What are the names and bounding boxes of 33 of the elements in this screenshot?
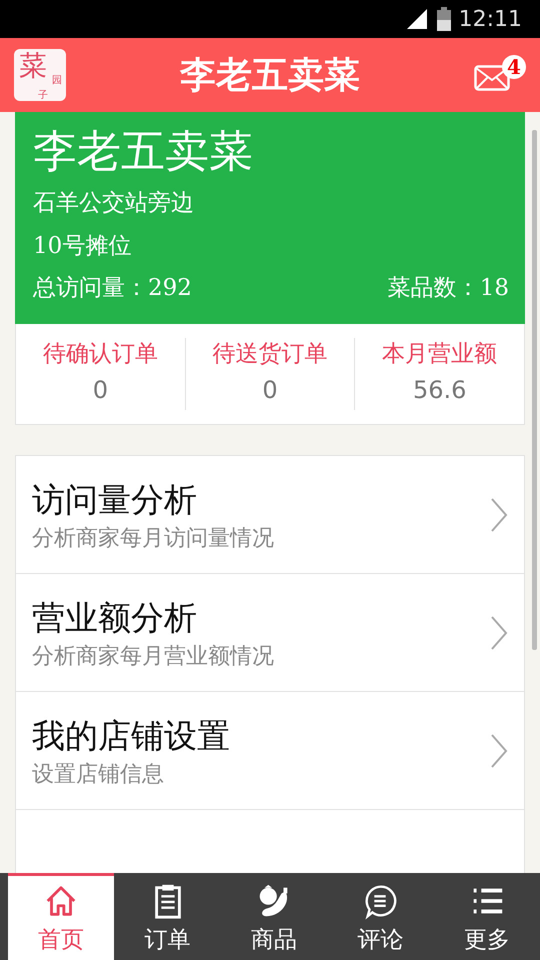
stat-label: 待确认订单	[42, 340, 158, 369]
stat-value: 56.6	[412, 375, 466, 406]
total-visits: 总访问量：292	[33, 274, 192, 303]
tab[interactable]: 更多	[434, 873, 540, 960]
chevron-icon	[490, 496, 508, 532]
stat-value: 0	[92, 375, 108, 406]
tab[interactable]: 商品	[220, 873, 328, 960]
menu-item-title: 访问量分析	[32, 478, 198, 520]
shop-name: 李老五卖菜	[33, 125, 254, 179]
menu-item[interactable]: 我的店铺设置 设置店铺信息	[16, 691, 524, 809]
stat-label: 本月营业额	[382, 340, 498, 369]
product-count: 菜品数：18	[388, 274, 509, 303]
stat-label: 待送货订单	[212, 340, 328, 369]
shop-address: 石羊公交站旁边	[33, 189, 195, 218]
tab[interactable]: 订单	[114, 873, 221, 960]
battery-icon	[436, 7, 451, 31]
menu-item-subtitle: 分析商家每月营业额情况	[32, 642, 275, 670]
menu-item-subtitle: 设置店铺信息	[32, 760, 165, 788]
stat-value: 0	[262, 375, 278, 406]
menu-item-title: 我的店铺设置	[32, 714, 231, 756]
menu-item-title: 营业额分析	[32, 596, 198, 638]
menu-item-subtitle: 分析商家每月访问量情况	[32, 524, 275, 552]
tab[interactable]: 首页	[8, 873, 114, 960]
tab[interactable]: 评论	[327, 873, 434, 960]
signal-icon	[404, 9, 429, 29]
menu-item[interactable]: 营业额分析 分析商家每月营业额情况	[16, 573, 524, 691]
chevron-icon	[490, 614, 508, 650]
message-count-badge: 4	[502, 55, 526, 79]
menu-item[interactable]: 访问量分析 分析商家每月访问量情况	[16, 456, 524, 573]
chevron-icon	[490, 732, 508, 768]
clock-time: 12:11	[458, 6, 522, 32]
page-title: 李老五卖菜	[178, 52, 361, 98]
stall-number: 10号摊位	[33, 232, 132, 261]
